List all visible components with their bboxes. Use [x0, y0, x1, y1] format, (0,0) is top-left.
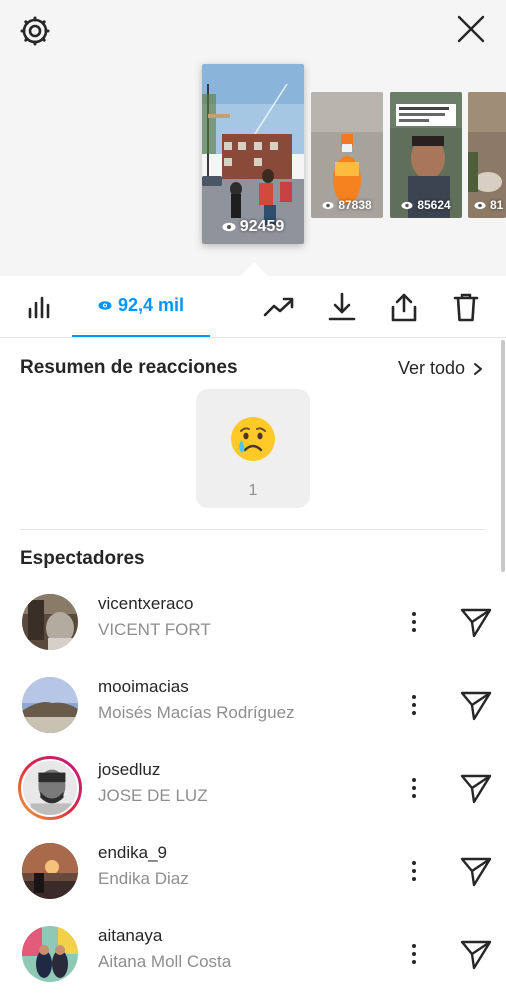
send-message-icon[interactable]	[458, 687, 494, 723]
see-all-reactions-link[interactable]: Ver todo	[398, 358, 483, 379]
avatar-image	[22, 594, 78, 650]
settings-button[interactable]	[14, 10, 56, 52]
eye-icon	[322, 201, 334, 209]
story-view-count: 92459	[202, 218, 304, 236]
viewer-username[interactable]: josedluz	[98, 760, 160, 780]
story-strip: 92459 87838 85624 81	[0, 0, 506, 276]
viewer-username[interactable]: aitanaya	[98, 926, 162, 946]
promote-button[interactable]	[256, 276, 302, 338]
share-icon	[391, 293, 417, 322]
tab-insights-chart[interactable]	[10, 276, 70, 338]
eye-icon	[222, 222, 236, 232]
view-count-value: 87838	[338, 198, 372, 212]
viewer-full-name: VICENT FORT	[98, 620, 211, 639]
crying-face-emoji-icon	[231, 417, 275, 461]
avatar[interactable]	[22, 926, 78, 982]
avatar-image	[22, 677, 78, 733]
eye-icon	[401, 201, 413, 209]
view-count-value: 81	[490, 198, 504, 212]
avatar[interactable]	[22, 677, 78, 733]
avatar-image	[22, 843, 78, 899]
see-all-label: Ver todo	[398, 358, 466, 378]
story-thumbnail[interactable]: 87838	[311, 92, 383, 218]
viewer-full-name: Endika Diaz	[98, 869, 189, 888]
viewer-row[interactable]: vicentxeraco VICENT FORT	[0, 594, 500, 670]
story-image	[202, 64, 304, 244]
story-view-count: 81	[468, 198, 506, 212]
viewer-username[interactable]: vicentxeraco	[98, 594, 193, 614]
download-button[interactable]	[320, 276, 364, 338]
story-thumbnail[interactable]: 81	[468, 92, 506, 218]
avatar[interactable]	[22, 594, 78, 650]
scrollbar[interactable]	[501, 340, 505, 572]
story-insights-tabbar: 92,4 mil	[0, 276, 506, 338]
close-icon	[457, 15, 485, 43]
view-count-value: 92459	[239, 218, 285, 235]
viewer-row[interactable]: endika_9 Endika Diaz	[0, 843, 500, 919]
send-message-icon[interactable]	[458, 770, 494, 806]
section-divider	[20, 529, 486, 530]
more-options-button[interactable]	[400, 851, 428, 891]
avatar-with-story-ring[interactable]	[18, 756, 82, 820]
more-options-button[interactable]	[400, 934, 428, 974]
delete-button[interactable]	[444, 276, 488, 338]
trash-icon	[453, 293, 479, 322]
eye-icon	[474, 201, 486, 209]
avatar[interactable]	[22, 843, 78, 899]
reactions-summary-title: Resumen de reacciones	[20, 357, 238, 378]
tab-viewers-label: 92,4 mil	[117, 295, 185, 315]
view-count-value: 85624	[417, 198, 451, 212]
story-thumbnail-selected[interactable]: 92459	[202, 64, 304, 244]
share-button[interactable]	[382, 276, 426, 338]
send-message-icon[interactable]	[458, 604, 494, 640]
viewer-row[interactable]: aitanaya Aitana Moll Costa	[0, 926, 500, 1000]
download-icon	[328, 292, 356, 321]
viewer-full-name: Moisés Macías Rodríguez	[98, 703, 295, 722]
viewer-row[interactable]: mooimacias Moisés Macías Rodríguez	[0, 677, 500, 753]
trending-up-icon	[263, 297, 294, 317]
send-message-icon[interactable]	[458, 853, 494, 889]
more-options-button[interactable]	[400, 602, 428, 642]
send-message-icon[interactable]	[458, 936, 494, 972]
viewer-full-name: Aitana Moll Costa	[98, 952, 232, 971]
viewer-row[interactable]: josedluz JOSE DE LUZ	[0, 756, 500, 836]
avatar-image	[23, 761, 77, 815]
chevron-right-icon	[474, 362, 483, 375]
story-thumbnail[interactable]: 85624	[390, 92, 462, 218]
close-button[interactable]	[450, 8, 492, 50]
selected-story-pointer	[240, 262, 268, 276]
tab-viewers[interactable]: 92,4 mil	[72, 276, 210, 337]
viewer-username[interactable]: endika_9	[98, 843, 167, 863]
reaction-count: 1	[248, 482, 258, 499]
viewers-title: Espectadores	[20, 548, 145, 569]
viewer-username[interactable]: mooimacias	[98, 677, 189, 697]
more-options-button[interactable]	[400, 685, 428, 725]
settings-gear-icon	[20, 16, 50, 46]
reaction-card[interactable]: 1	[196, 389, 310, 508]
avatar-image	[22, 926, 78, 982]
story-view-count: 87838	[311, 198, 383, 212]
viewer-full-name: JOSE DE LUZ	[98, 786, 208, 805]
more-options-button[interactable]	[400, 768, 428, 808]
eye-icon	[98, 301, 112, 310]
story-view-count: 85624	[390, 198, 462, 212]
bar-chart-icon	[28, 296, 50, 319]
